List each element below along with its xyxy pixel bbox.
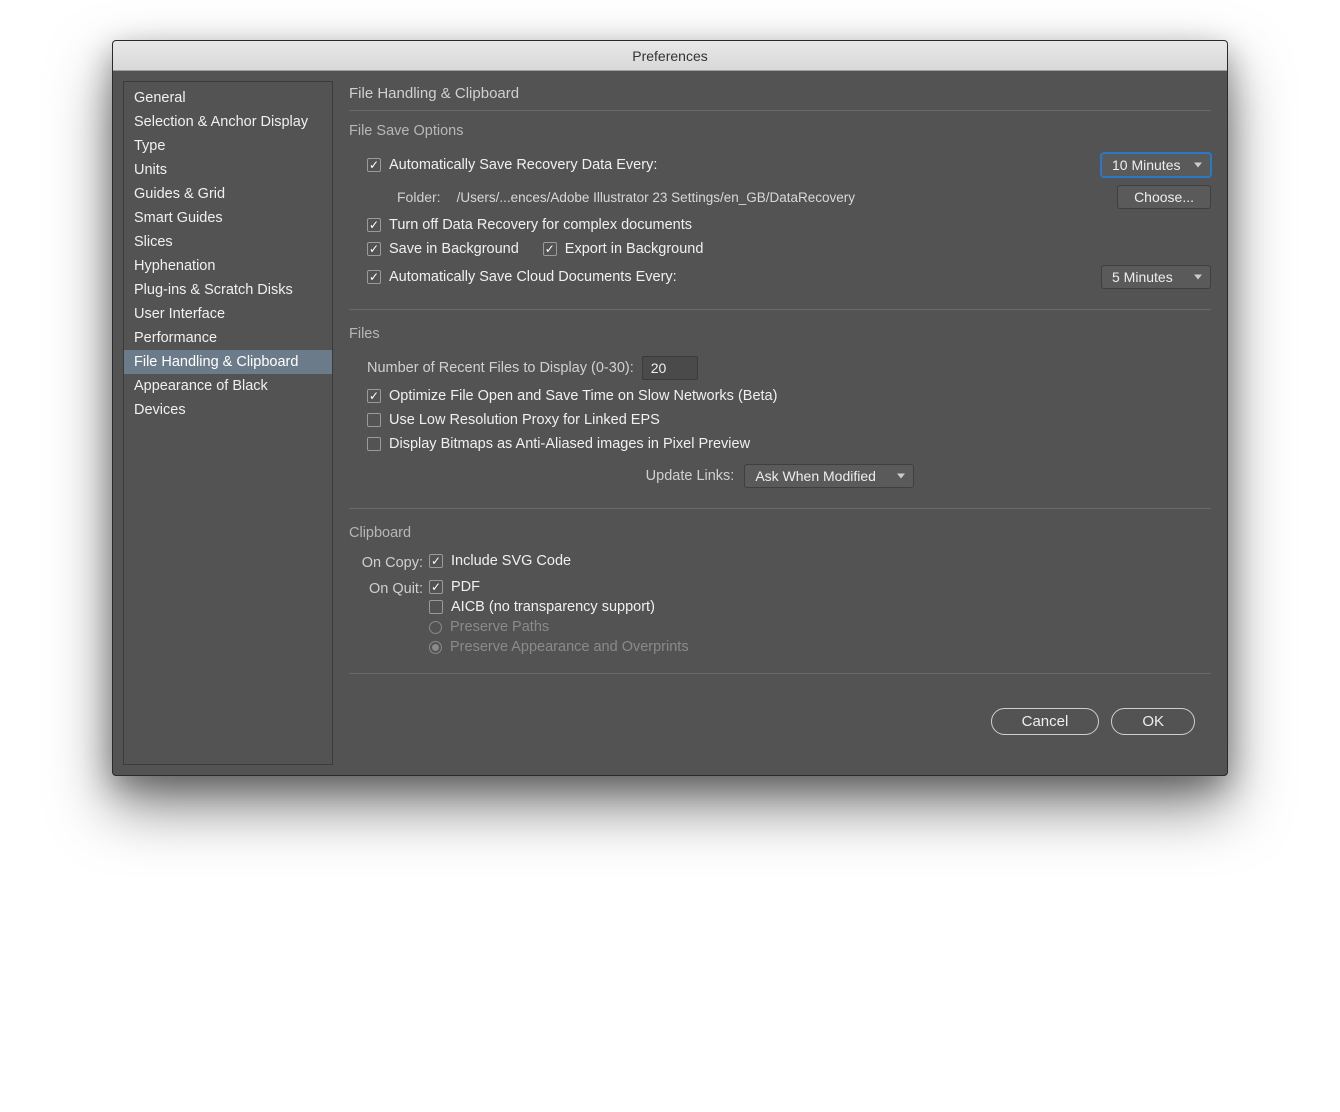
ok-button[interactable]: OK <box>1111 708 1195 735</box>
label-optimize-slow: Optimize File Open and Save Time on Slow… <box>389 388 777 404</box>
preferences-window: Preferences General Selection & Anchor D… <box>112 40 1228 776</box>
sidebar-item-guides-grid[interactable]: Guides & Grid <box>124 182 332 206</box>
sidebar-item-general[interactable]: General <box>124 86 332 110</box>
row-optimize-slow: Optimize File Open and Save Time on Slow… <box>349 384 1211 408</box>
select-cloud-interval[interactable]: 5 Minutes <box>1101 265 1211 289</box>
label-auto-save-recovery: Automatically Save Recovery Data Every: <box>389 157 657 173</box>
row-pdf: PDF <box>429 577 1211 597</box>
label-folder: Folder: <box>397 189 441 205</box>
row-turnoff-complex: Turn off Data Recovery for complex docum… <box>349 213 1211 237</box>
sidebar-item-appearance-black[interactable]: Appearance of Black <box>124 374 332 398</box>
label-on-copy: On Copy: <box>349 551 429 571</box>
checkbox-turnoff-complex[interactable] <box>367 218 381 232</box>
row-lowres-eps: Use Low Resolution Proxy for Linked EPS <box>349 408 1211 432</box>
sidebar-item-user-interface[interactable]: User Interface <box>124 302 332 326</box>
label-lowres-eps: Use Low Resolution Proxy for Linked EPS <box>389 412 660 428</box>
checkbox-optimize-slow[interactable] <box>367 389 381 403</box>
sidebar: General Selection & Anchor Display Type … <box>123 81 333 765</box>
label-update-links: Update Links: <box>646 468 735 484</box>
titlebar: Preferences <box>113 41 1227 71</box>
sidebar-item-file-handling[interactable]: File Handling & Clipboard <box>124 350 332 374</box>
checkbox-pdf[interactable] <box>429 580 443 594</box>
window-title: Preferences <box>632 48 707 64</box>
select-update-links[interactable]: Ask When Modified <box>744 464 914 488</box>
label-auto-save-cloud: Automatically Save Cloud Documents Every… <box>389 269 677 285</box>
input-recent-files[interactable] <box>642 356 698 380</box>
section-title-clipboard: Clipboard <box>349 525 1211 541</box>
label-turnoff-complex: Turn off Data Recovery for complex docum… <box>389 217 692 233</box>
page-title: File Handling & Clipboard <box>349 81 1211 111</box>
checkbox-save-background[interactable] <box>367 242 381 256</box>
sidebar-item-smart-guides[interactable]: Smart Guides <box>124 206 332 230</box>
folder-path: /Users/...ences/Adobe Illustrator 23 Set… <box>457 190 855 205</box>
section-clipboard: Clipboard On Copy: Include SVG Code On Q… <box>349 525 1211 674</box>
row-recent-files: Number of Recent Files to Display (0-30)… <box>349 352 1211 384</box>
row-aicb: AICB (no transparency support) <box>429 597 1211 617</box>
section-file-save: File Save Options Automatically Save Rec… <box>349 123 1211 310</box>
sidebar-item-units[interactable]: Units <box>124 158 332 182</box>
row-auto-save-cloud: Automatically Save Cloud Documents Every… <box>349 261 1211 293</box>
checkbox-lowres-eps[interactable] <box>367 413 381 427</box>
chevron-down-icon <box>897 474 905 479</box>
row-preserve-paths: Preserve Paths <box>429 617 1211 637</box>
select-recovery-interval[interactable]: 10 Minutes <box>1101 153 1211 177</box>
footer: Cancel OK <box>349 690 1211 755</box>
label-aicb: AICB (no transparency support) <box>451 599 655 615</box>
chevron-down-icon <box>1194 275 1202 280</box>
row-preserve-appearance: Preserve Appearance and Overprints <box>429 637 1211 657</box>
section-title-files: Files <box>349 326 1211 342</box>
checkbox-auto-save-cloud[interactable] <box>367 270 381 284</box>
choose-button[interactable]: Choose... <box>1117 185 1211 209</box>
label-save-background: Save in Background <box>389 241 519 257</box>
checkbox-aicb[interactable] <box>429 600 443 614</box>
label-preserve-appearance: Preserve Appearance and Overprints <box>450 639 689 655</box>
checkbox-export-background[interactable] <box>543 242 557 256</box>
label-antialiased: Display Bitmaps as Anti-Aliased images i… <box>389 436 750 452</box>
checkbox-antialiased[interactable] <box>367 437 381 451</box>
label-include-svg: Include SVG Code <box>451 553 571 569</box>
sidebar-item-devices[interactable]: Devices <box>124 398 332 422</box>
label-export-background: Export in Background <box>565 241 704 257</box>
cancel-button[interactable]: Cancel <box>991 708 1100 735</box>
sidebar-item-plugins[interactable]: Plug-ins & Scratch Disks <box>124 278 332 302</box>
section-files: Files Number of Recent Files to Display … <box>349 326 1211 509</box>
sidebar-item-selection[interactable]: Selection & Anchor Display <box>124 110 332 134</box>
clipboard-grid: On Copy: Include SVG Code On Quit: PDF <box>349 551 1211 657</box>
chevron-down-icon <box>1194 163 1202 168</box>
row-include-svg: Include SVG Code <box>429 551 1211 571</box>
checkbox-include-svg[interactable] <box>429 554 443 568</box>
row-auto-save-recovery: Automatically Save Recovery Data Every: … <box>349 149 1211 181</box>
sidebar-item-hyphenation[interactable]: Hyphenation <box>124 254 332 278</box>
row-background: Save in Background Export in Background <box>349 237 1211 261</box>
label-pdf: PDF <box>451 579 480 595</box>
row-update-links: Update Links: Ask When Modified <box>349 456 1211 492</box>
sidebar-item-slices[interactable]: Slices <box>124 230 332 254</box>
radio-preserve-paths <box>429 621 442 634</box>
row-folder: Folder: /Users/...ences/Adobe Illustrato… <box>349 181 1211 213</box>
label-recent-files: Number of Recent Files to Display (0-30)… <box>367 360 634 376</box>
sidebar-item-performance[interactable]: Performance <box>124 326 332 350</box>
main-panel: File Handling & Clipboard File Save Opti… <box>343 81 1217 765</box>
sidebar-item-type[interactable]: Type <box>124 134 332 158</box>
dialog-body: General Selection & Anchor Display Type … <box>113 71 1227 775</box>
section-title-file-save: File Save Options <box>349 123 1211 139</box>
row-antialiased: Display Bitmaps as Anti-Aliased images i… <box>349 432 1211 456</box>
radio-preserve-appearance <box>429 641 442 654</box>
label-preserve-paths: Preserve Paths <box>450 619 549 635</box>
checkbox-auto-save-recovery[interactable] <box>367 158 381 172</box>
label-on-quit: On Quit: <box>349 577 429 597</box>
